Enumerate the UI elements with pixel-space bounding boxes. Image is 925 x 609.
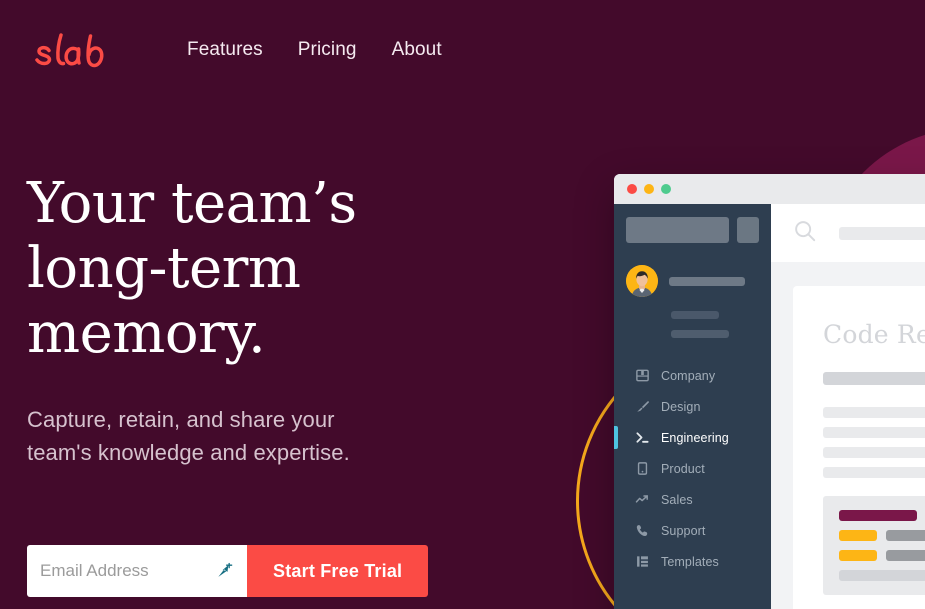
landing-page: Features Pricing About Your team’s long-… xyxy=(0,0,925,609)
email-input[interactable] xyxy=(27,545,247,597)
code-token-muted xyxy=(839,570,925,581)
paintbrush-icon xyxy=(635,399,650,414)
sidebar-profile[interactable] xyxy=(614,265,771,297)
sidebar-item-label: Product xyxy=(661,461,705,476)
sidebar-item-label: Engineering xyxy=(661,430,729,445)
code-line xyxy=(839,510,925,521)
document-heading-bar xyxy=(823,372,925,385)
nav-link-about[interactable]: About xyxy=(392,33,442,67)
nav-link-pricing[interactable]: Pricing xyxy=(298,33,357,67)
document-text-line xyxy=(823,427,925,438)
sidebar-item-label: Sales xyxy=(661,492,693,507)
phone-icon xyxy=(635,523,650,538)
document-card: Code Rev xyxy=(793,286,925,609)
avatar xyxy=(626,265,658,297)
window-zoom-button[interactable] xyxy=(661,184,671,194)
app-main-panel: Code Rev xyxy=(771,204,925,609)
sidebar-item-templates[interactable]: Templates xyxy=(614,546,771,577)
nav-link-features[interactable]: Features xyxy=(187,33,263,67)
document-text-line xyxy=(823,467,925,478)
top-navigation-bar: Features Pricing About xyxy=(0,0,925,100)
sidebar-username-bar xyxy=(669,276,745,286)
code-token-text xyxy=(886,530,925,541)
code-token-literal xyxy=(839,530,877,541)
document-area: Code Rev xyxy=(771,262,925,609)
hero-subtitle-line-2: team's knowledge and expertise. xyxy=(27,440,350,466)
hero-title-line-1: Your team’s xyxy=(27,171,357,236)
hero-title-line-3: memory. xyxy=(27,300,266,366)
page-title: Your team’s long-term memory. xyxy=(27,171,497,367)
document-text-line xyxy=(823,407,925,418)
start-free-trial-button[interactable]: Start Free Trial xyxy=(247,545,429,597)
app-body: Company Design Engineering Product Sales… xyxy=(614,204,925,609)
sidebar-item-label: Design xyxy=(661,399,701,414)
document-title: Code Rev xyxy=(823,320,925,349)
sidebar-compose-button[interactable] xyxy=(736,217,759,243)
sidebar-item-label: Company xyxy=(661,368,716,383)
code-token-keyword xyxy=(839,510,917,521)
window-close-button[interactable] xyxy=(627,184,637,194)
slab-logo[interactable] xyxy=(27,28,115,72)
app-window-mockup: Company Design Engineering Product Sales… xyxy=(614,174,925,609)
sidebar-meta-rows xyxy=(614,311,771,338)
sidebar-item-label: Support xyxy=(661,523,706,538)
window-titlebar xyxy=(614,174,925,204)
avatar-illustration xyxy=(626,265,658,297)
email-field-wrapper[interactable] xyxy=(27,545,247,597)
nav-links: Features Pricing About xyxy=(187,33,442,67)
sidebar-item-sales[interactable]: Sales xyxy=(614,484,771,515)
sidebar-item-label: Templates xyxy=(661,554,719,569)
sidebar-item-design[interactable]: Design xyxy=(614,391,771,422)
sidebar-search-placeholder-bar[interactable] xyxy=(626,217,729,243)
code-token-literal xyxy=(839,550,877,561)
book-icon xyxy=(635,368,650,383)
sidebar-item-company[interactable]: Company xyxy=(614,360,771,391)
sidebar-nav: Company Design Engineering Product Sales… xyxy=(614,360,771,577)
sidebar-item-support[interactable]: Support xyxy=(614,515,771,546)
sidebar-meta-row-1 xyxy=(671,311,719,319)
trend-up-icon xyxy=(635,492,650,507)
sidebar-meta-row-2 xyxy=(671,330,729,338)
sidebar-item-engineering[interactable]: Engineering xyxy=(614,422,771,453)
app-sidebar: Company Design Engineering Product Sales… xyxy=(614,204,771,609)
mobile-icon xyxy=(635,461,650,476)
hero-section: Your team’s long-term memory. Capture, r… xyxy=(27,171,497,470)
sidebar-topbar xyxy=(614,217,771,243)
terminal-icon xyxy=(635,430,650,445)
signup-form: Start Free Trial xyxy=(27,545,429,597)
document-text-line xyxy=(823,447,925,458)
sidebar-item-product[interactable]: Product xyxy=(614,453,771,484)
code-line xyxy=(839,570,925,581)
code-block xyxy=(823,496,925,595)
search-icon[interactable] xyxy=(793,219,817,248)
window-minimize-button[interactable] xyxy=(644,184,654,194)
code-token-text xyxy=(886,550,925,561)
hero-title-line-2: long-term xyxy=(27,235,301,301)
hero-subtitle-line-1: Capture, retain, and share your xyxy=(27,406,335,432)
code-line xyxy=(839,530,925,541)
search-input[interactable] xyxy=(839,226,925,240)
layout-icon xyxy=(635,554,650,569)
app-search-bar xyxy=(771,204,925,262)
hero-subtitle: Capture, retain, and share your team's k… xyxy=(27,403,437,470)
code-line xyxy=(839,550,925,561)
